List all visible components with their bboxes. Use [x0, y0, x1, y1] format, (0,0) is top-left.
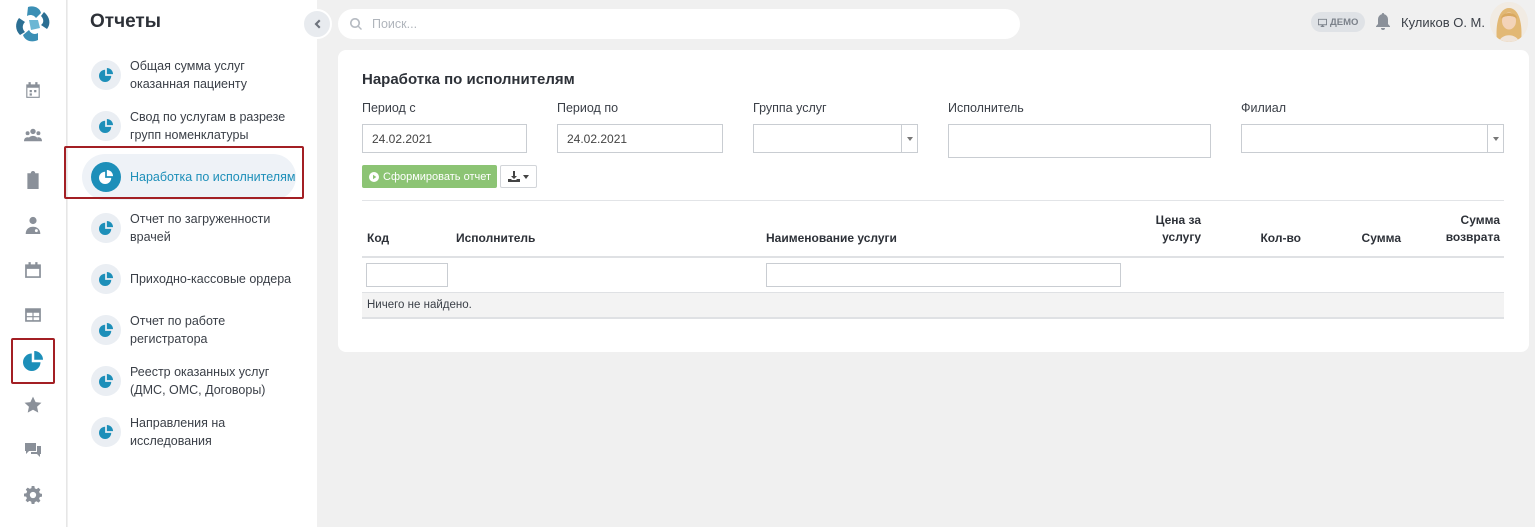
sidebar-item-total-services[interactable]: Общая сумма услуг оказанная пациенту — [90, 52, 296, 98]
sidebar-item-services-registry[interactable]: Реестр оказанных услуг (ДМС, ОМС, Догово… — [90, 358, 296, 404]
pie-chart-icon — [91, 213, 121, 243]
sidebar-item-cash-orders[interactable]: Приходно-кассовые ордера — [90, 256, 296, 302]
column-header-code[interactable]: Код — [367, 230, 389, 247]
pie-chart-icon[interactable] — [11, 338, 55, 384]
service-name-filter-input[interactable] — [766, 263, 1121, 287]
clipboard-icon[interactable] — [14, 161, 52, 199]
pie-chart-icon — [91, 111, 121, 141]
search-icon — [350, 18, 362, 30]
sidebar-item-label: Свод по услугам в разрезе групп номенкла… — [130, 110, 286, 142]
calendar-icon[interactable] — [14, 71, 52, 109]
period-to-field[interactable] — [557, 124, 723, 153]
report-panel: Наработка по исполнителям Период с Перио… — [338, 50, 1529, 352]
collapse-sidebar-button[interactable] — [302, 9, 332, 39]
sidebar-item-services-summary[interactable]: Свод по услугам в разрезе групп номенкла… — [90, 103, 296, 149]
column-header-executor[interactable]: Исполнитель — [456, 230, 535, 247]
chevron-down-icon — [1487, 125, 1503, 152]
code-filter-input[interactable] — [366, 263, 448, 287]
sidebar-item-research-referrals[interactable]: Направления на исследования — [90, 409, 296, 455]
pie-chart-icon — [91, 60, 121, 90]
sidebar-title: Отчеты — [90, 11, 161, 32]
branch-select[interactable] — [1241, 124, 1504, 153]
page-title: Наработка по исполнителям — [362, 71, 575, 88]
period-from-field[interactable] — [362, 124, 527, 153]
play-circle-icon — [369, 171, 379, 182]
app-logo[interactable] — [14, 4, 52, 44]
pie-chart-icon — [91, 417, 121, 447]
executor-label: Исполнитель — [948, 101, 1024, 115]
search-bar — [338, 9, 1020, 39]
sidebar-item-label: Реестр оказанных услуг (ДМС, ОМС, Догово… — [130, 365, 270, 397]
table-icon[interactable] — [14, 296, 52, 334]
schedule-icon[interactable] — [14, 251, 52, 289]
doctor-icon[interactable] — [14, 206, 52, 244]
star-icon[interactable] — [14, 386, 52, 424]
sidebar-item-label: Наработка по исполнителям — [130, 170, 296, 184]
section-divider — [362, 200, 1504, 201]
sidebar-item-executor-output[interactable]: Наработка по исполнителям — [82, 154, 296, 200]
generate-report-label: Сформировать отчет — [383, 170, 492, 183]
pie-chart-icon — [91, 264, 121, 294]
table-header-line — [362, 256, 1504, 258]
pie-chart-icon — [91, 366, 121, 396]
demo-badge: ДЕМО — [1311, 12, 1366, 32]
period-to-label: Период по — [557, 101, 619, 115]
pie-chart-icon — [91, 162, 121, 192]
period-from-label: Период с — [362, 101, 416, 115]
download-icon — [508, 171, 520, 182]
empty-table-message: Ничего не найдено. — [362, 293, 1504, 319]
chevron-down-icon — [901, 125, 917, 152]
column-header-refund-sum[interactable]: Сумма возврата — [1428, 212, 1500, 246]
service-group-label: Группа услуг — [753, 101, 827, 115]
generate-report-button[interactable]: Сформировать отчет — [362, 165, 497, 188]
column-header-sum[interactable]: Сумма — [1338, 230, 1401, 247]
sidebar-item-doctor-workload[interactable]: Отчет по загруженности врачей — [90, 205, 296, 251]
gear-icon[interactable] — [14, 476, 52, 514]
sidebar-item-registrar-report[interactable]: Отчет по работе регистратора — [90, 307, 296, 353]
avatar[interactable] — [1490, 2, 1528, 42]
reports-sidebar: Отчеты Общая сумма услуг оказанная пацие… — [68, 0, 317, 527]
column-header-price[interactable]: Цена за услугу — [1138, 212, 1201, 246]
pie-chart-icon — [91, 315, 121, 345]
branch-label: Филиал — [1241, 101, 1287, 115]
caret-down-icon — [523, 174, 529, 179]
monitor-icon — [1318, 18, 1327, 27]
icon-rail — [0, 0, 67, 527]
chevron-left-icon — [314, 19, 321, 29]
search-input[interactable] — [372, 17, 972, 31]
download-button[interactable] — [500, 165, 537, 188]
user-name[interactable]: Куликов О. М. — [1401, 15, 1485, 30]
users-icon[interactable] — [14, 116, 52, 154]
sidebar-item-label: Общая сумма услуг оказанная пациенту — [130, 59, 248, 91]
sidebar-item-label: Отчет по работе регистратора — [130, 314, 226, 346]
demo-badge-label: ДЕМО — [1330, 16, 1359, 28]
column-header-service-name[interactable]: Наименование услуги — [766, 230, 897, 247]
executor-field[interactable] — [948, 124, 1211, 158]
bell-icon[interactable] — [1375, 12, 1391, 31]
service-group-select[interactable] — [753, 124, 918, 153]
chat-icon[interactable] — [14, 431, 52, 469]
sidebar-item-label: Приходно-кассовые ордера — [130, 272, 292, 286]
sidebar-item-label: Направления на исследования — [130, 416, 226, 448]
column-header-quantity[interactable]: Кол-во — [1238, 230, 1301, 247]
sidebar-item-label: Отчет по загруженности врачей — [130, 212, 271, 244]
